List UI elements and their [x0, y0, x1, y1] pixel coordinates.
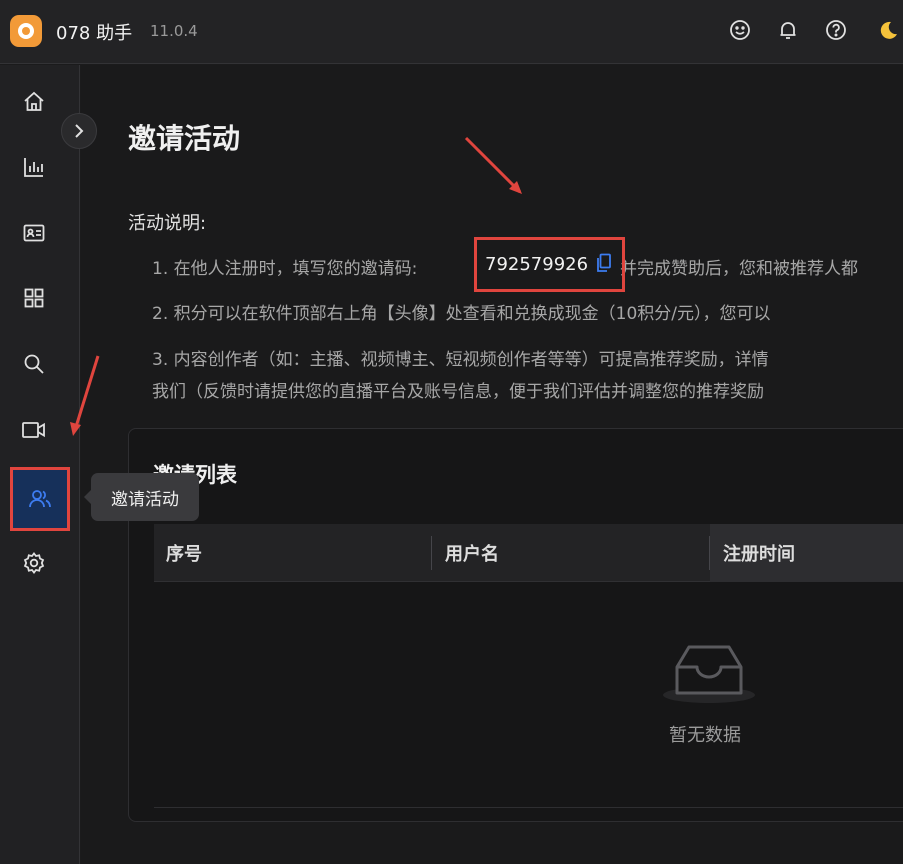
app-logo-icon: [10, 15, 42, 47]
desc-line-1-suffix: 并完成赞助后，您和被推荐人都: [620, 259, 858, 279]
nav-settings-icon[interactable]: [14, 543, 54, 583]
annotation-arrow-icon: [464, 136, 522, 194]
annotation-arrow-icon: [70, 355, 100, 436]
help-icon[interactable]: [824, 18, 848, 42]
nav-id-card-icon[interactable]: [14, 213, 54, 253]
invite-list-panel: 邀请列表 序号 用户名 注册时间 暂无数据: [128, 428, 903, 822]
nav-invite-icon[interactable]: [10, 467, 70, 531]
moon-icon[interactable]: [876, 18, 900, 42]
invite-code: 792579926: [485, 254, 589, 275]
nav-tooltip: 邀请活动: [84, 473, 199, 521]
page-title: 邀请活动: [128, 122, 241, 155]
description-heading: 活动说明:: [128, 213, 207, 234]
table-bottom-border: [154, 807, 903, 808]
nav-search-icon[interactable]: [14, 344, 54, 384]
desc-line-1-prefix: 1. 在他人注册时，填写您的邀请码:: [152, 259, 418, 279]
nav-grid-icon[interactable]: [14, 278, 54, 318]
table-header: 序号 用户名 注册时间: [154, 524, 903, 582]
empty-inbox-icon: [659, 633, 759, 709]
column-header-username[interactable]: 用户名: [445, 524, 499, 582]
empty-text: 暂无数据: [669, 725, 741, 746]
bell-icon[interactable]: [776, 18, 800, 42]
app-version: 11.0.4: [150, 22, 198, 40]
nav-home-icon[interactable]: [14, 82, 54, 122]
nav-video-icon[interactable]: [14, 410, 54, 450]
column-divider: [431, 536, 432, 570]
column-header-index[interactable]: 序号: [166, 524, 202, 582]
copy-icon[interactable]: [596, 253, 612, 277]
app-name: 078 助手: [56, 23, 133, 44]
invite-code-box: 792579926: [474, 237, 625, 292]
title-bar: 078 助手 11.0.4: [0, 0, 903, 64]
smile-icon[interactable]: [728, 18, 752, 42]
column-header-register-time[interactable]: 注册时间: [710, 524, 903, 582]
sidebar: [0, 65, 80, 864]
collapse-chevron-icon[interactable]: [61, 113, 97, 149]
desc-line-3b: 我们（反馈时请提供您的直播平台及账号信息，便于我们评估并调整您的推荐奖励: [152, 382, 764, 402]
nav-chart-icon[interactable]: [14, 147, 54, 187]
desc-line-3a: 3. 内容创作者（如：主播、视频博主、短视频创作者等等）可提高推荐奖励，详情: [152, 350, 769, 370]
desc-line-2: 2. 积分可以在软件顶部右上角【头像】处查看和兑换成现金（10积分/元），您可以: [152, 304, 771, 324]
